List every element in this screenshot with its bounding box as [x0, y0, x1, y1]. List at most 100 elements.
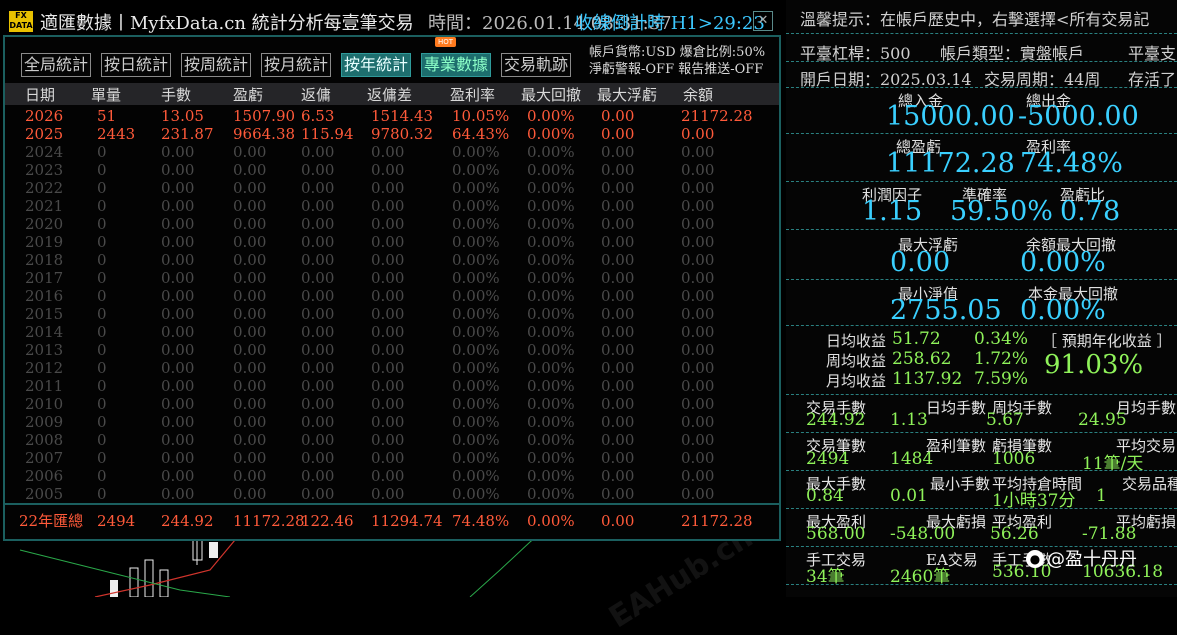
table-row[interactable]: 2010 0 0.00 0.00 0.00 0.00 0.00% 0.00% 0.00 0.00: [5, 395, 779, 413]
table-cell: 0.00: [161, 305, 195, 323]
divider: [786, 470, 1177, 471]
table-cell: 2023: [25, 161, 64, 179]
divider: [786, 229, 1177, 230]
table-cell: 0.00: [371, 161, 405, 179]
table-cell: 0.00: [161, 467, 195, 485]
table-cell: 0: [97, 413, 107, 431]
divider: [786, 508, 1177, 509]
tab-global-stats[interactable]: 全局統計: [21, 53, 92, 77]
table-row[interactable]: 2018 0 0.00 0.00 0.00 0.00 0.00% 0.00% 0.00 0.00: [5, 251, 779, 269]
table-row[interactable]: 2005 0 0.00 0.00 0.00 0.00 0.00% 0.00% 0.00 0.00: [5, 485, 779, 503]
table-row[interactable]: 2026 51 13.05 1507.90 6.53 1514.43 10.05% 0.00%…: [5, 107, 779, 125]
table-cell: 0: [97, 287, 107, 305]
table-cell: 2025: [25, 125, 64, 143]
min-lots-value: 0.01: [890, 486, 928, 506]
total-cell: 11172.28: [233, 512, 305, 530]
tab-daily-stats[interactable]: 按日統計: [101, 53, 172, 77]
table-cell: 0.00: [371, 485, 405, 503]
table-row[interactable]: 2022 0 0.00 0.00 0.00 0.00 0.00% 0.00% 0.00 0.00: [5, 179, 779, 197]
tab-trade-trace[interactable]: 交易軌跡: [501, 53, 572, 77]
table-row[interactable]: 2021 0 0.00 0.00 0.00 0.00 0.00% 0.00% 0.00 0.00: [5, 197, 779, 215]
table-cell: 0.00: [301, 395, 335, 413]
divider: [786, 61, 1177, 62]
table-cell: 0.00%: [527, 143, 575, 161]
weekly-avg-value: 258.62: [892, 349, 952, 369]
table-cell: 0.00%: [452, 269, 500, 287]
table-cell: 0.00: [233, 179, 267, 197]
table-row[interactable]: 2024 0 0.00 0.00 0.00 0.00 0.00% 0.00% 0.00 0.00: [5, 143, 779, 161]
tab-yearly-stats[interactable]: 按年統計: [341, 53, 412, 77]
deposit-value: 15000.00: [886, 101, 1015, 132]
table-cell: 0.00%: [452, 341, 500, 359]
table-cell: 0.00: [233, 269, 267, 287]
divider: [786, 584, 1177, 585]
table-cell: 0.00: [301, 449, 335, 467]
table-cell: 0.00: [681, 359, 715, 377]
table-cell: 0.00: [371, 215, 405, 233]
table-cell: 0.00%: [527, 359, 575, 377]
table-row[interactable]: 2015 0 0.00 0.00 0.00 0.00 0.00% 0.00% 0.00 0.00: [5, 305, 779, 323]
table-row[interactable]: 2025 2443 231.87 9664.38 115.94 9780.32 64.43%…: [5, 125, 779, 143]
candle: [129, 567, 139, 597]
total-cell: 11294.74: [371, 512, 443, 530]
pl-ratio-value: 0.78: [1060, 196, 1121, 227]
table-row[interactable]: 2006 0 0.00 0.00 0.00 0.00 0.00% 0.00% 0.00 0.00: [5, 467, 779, 485]
table-cell: 0.00: [301, 233, 335, 251]
table-cell: 0.00: [681, 233, 715, 251]
table-cell: 0.00%: [452, 323, 500, 341]
table-cell: 0.00: [601, 197, 635, 215]
table-cell: 0.00%: [527, 161, 575, 179]
table-row[interactable]: 2017 0 0.00 0.00 0.00 0.00 0.00% 0.00% 0.00 0.00: [5, 269, 779, 287]
table-cell: 0.00: [601, 323, 635, 341]
table-row[interactable]: 2012 0 0.00 0.00 0.00 0.00 0.00% 0.00% 0.00 0.00: [5, 359, 779, 377]
table-cell: 0: [97, 179, 107, 197]
table-cell: 0.00: [601, 467, 635, 485]
table-row[interactable]: 2007 0 0.00 0.00 0.00 0.00 0.00% 0.00% 0.00 0.00: [5, 449, 779, 467]
table-row[interactable]: 2011 0 0.00 0.00 0.00 0.00 0.00% 0.00% 0.00 0.00: [5, 377, 779, 395]
table-row[interactable]: 2013 0 0.00 0.00 0.00 0.00 0.00% 0.00% 0.00 0.00: [5, 341, 779, 359]
table-row[interactable]: 2008 0 0.00 0.00 0.00 0.00 0.00% 0.00% 0.00 0.00: [5, 431, 779, 449]
table-cell: 0.00: [371, 413, 405, 431]
table-cell: 0.00: [161, 395, 195, 413]
table-cell: 0.00%: [452, 233, 500, 251]
divider: [786, 279, 1177, 280]
table-row[interactable]: 2019 0 0.00 0.00 0.00 0.00 0.00% 0.00% 0.00 0.00: [5, 233, 779, 251]
table-row[interactable]: 2016 0 0.00 0.00 0.00 0.00 0.00% 0.00% 0.00 0.00: [5, 287, 779, 305]
total-cell: 74.48%: [452, 512, 510, 530]
table-cell: 0.00: [301, 305, 335, 323]
hot-badge: HOT: [435, 37, 457, 47]
monthly-avg-pct: 7.59%: [974, 369, 1029, 389]
col-lots: 手數: [161, 86, 192, 104]
table-row[interactable]: 2009 0 0.00 0.00 0.00 0.00 0.00% 0.00% 0.00 0.00: [5, 413, 779, 431]
table-row[interactable]: 2014 0 0.00 0.00 0.00 0.00 0.00% 0.00% 0.00 0.00: [5, 323, 779, 341]
table-cell: 115.94: [301, 125, 354, 143]
table-cell: 0.00: [601, 179, 635, 197]
table-cell: 1507.90: [233, 107, 296, 125]
symbols-label: 交易品種: [1122, 475, 1177, 493]
table-cell: 0.00: [601, 143, 635, 161]
table-cell: 0: [97, 215, 107, 233]
table-cell: 0.00: [681, 377, 715, 395]
table-cell: 0.00%: [527, 125, 575, 143]
table-cell: 2021: [25, 197, 64, 215]
tab-pro-data[interactable]: 專業數據: [421, 53, 492, 77]
tab-monthly-stats[interactable]: 按月統計: [261, 53, 332, 77]
notice-text: 溫馨提示：在帳戶歷史中，右擊選擇<所有交易記: [800, 10, 1150, 29]
table-cell: 0.00%: [452, 161, 500, 179]
table-cell: 0.00: [301, 431, 335, 449]
table-cell: 0.00: [601, 305, 635, 323]
tab-weekly-stats[interactable]: 按周統計: [181, 53, 252, 77]
table-cell: 0: [97, 467, 107, 485]
trades-value: 2494: [806, 449, 850, 469]
table-cell: 0.00: [601, 107, 635, 125]
table-row[interactable]: 2023 0 0.00 0.00 0.00 0.00 0.00% 0.00% 0.00 0.00: [5, 161, 779, 179]
close-button[interactable]: ✕: [753, 11, 773, 31]
table-cell: 0.00%: [452, 413, 500, 431]
table-cell: 0: [97, 449, 107, 467]
table-cell: 0.00: [371, 251, 405, 269]
table-row[interactable]: 2020 0 0.00 0.00 0.00 0.00 0.00% 0.00% 0.00 0.00: [5, 215, 779, 233]
table-cell: 0.00: [371, 143, 405, 161]
table-cell: 231.87: [161, 125, 214, 143]
table-cell: 2005: [25, 485, 64, 503]
win-trades-label: 盈利筆數: [926, 437, 987, 455]
